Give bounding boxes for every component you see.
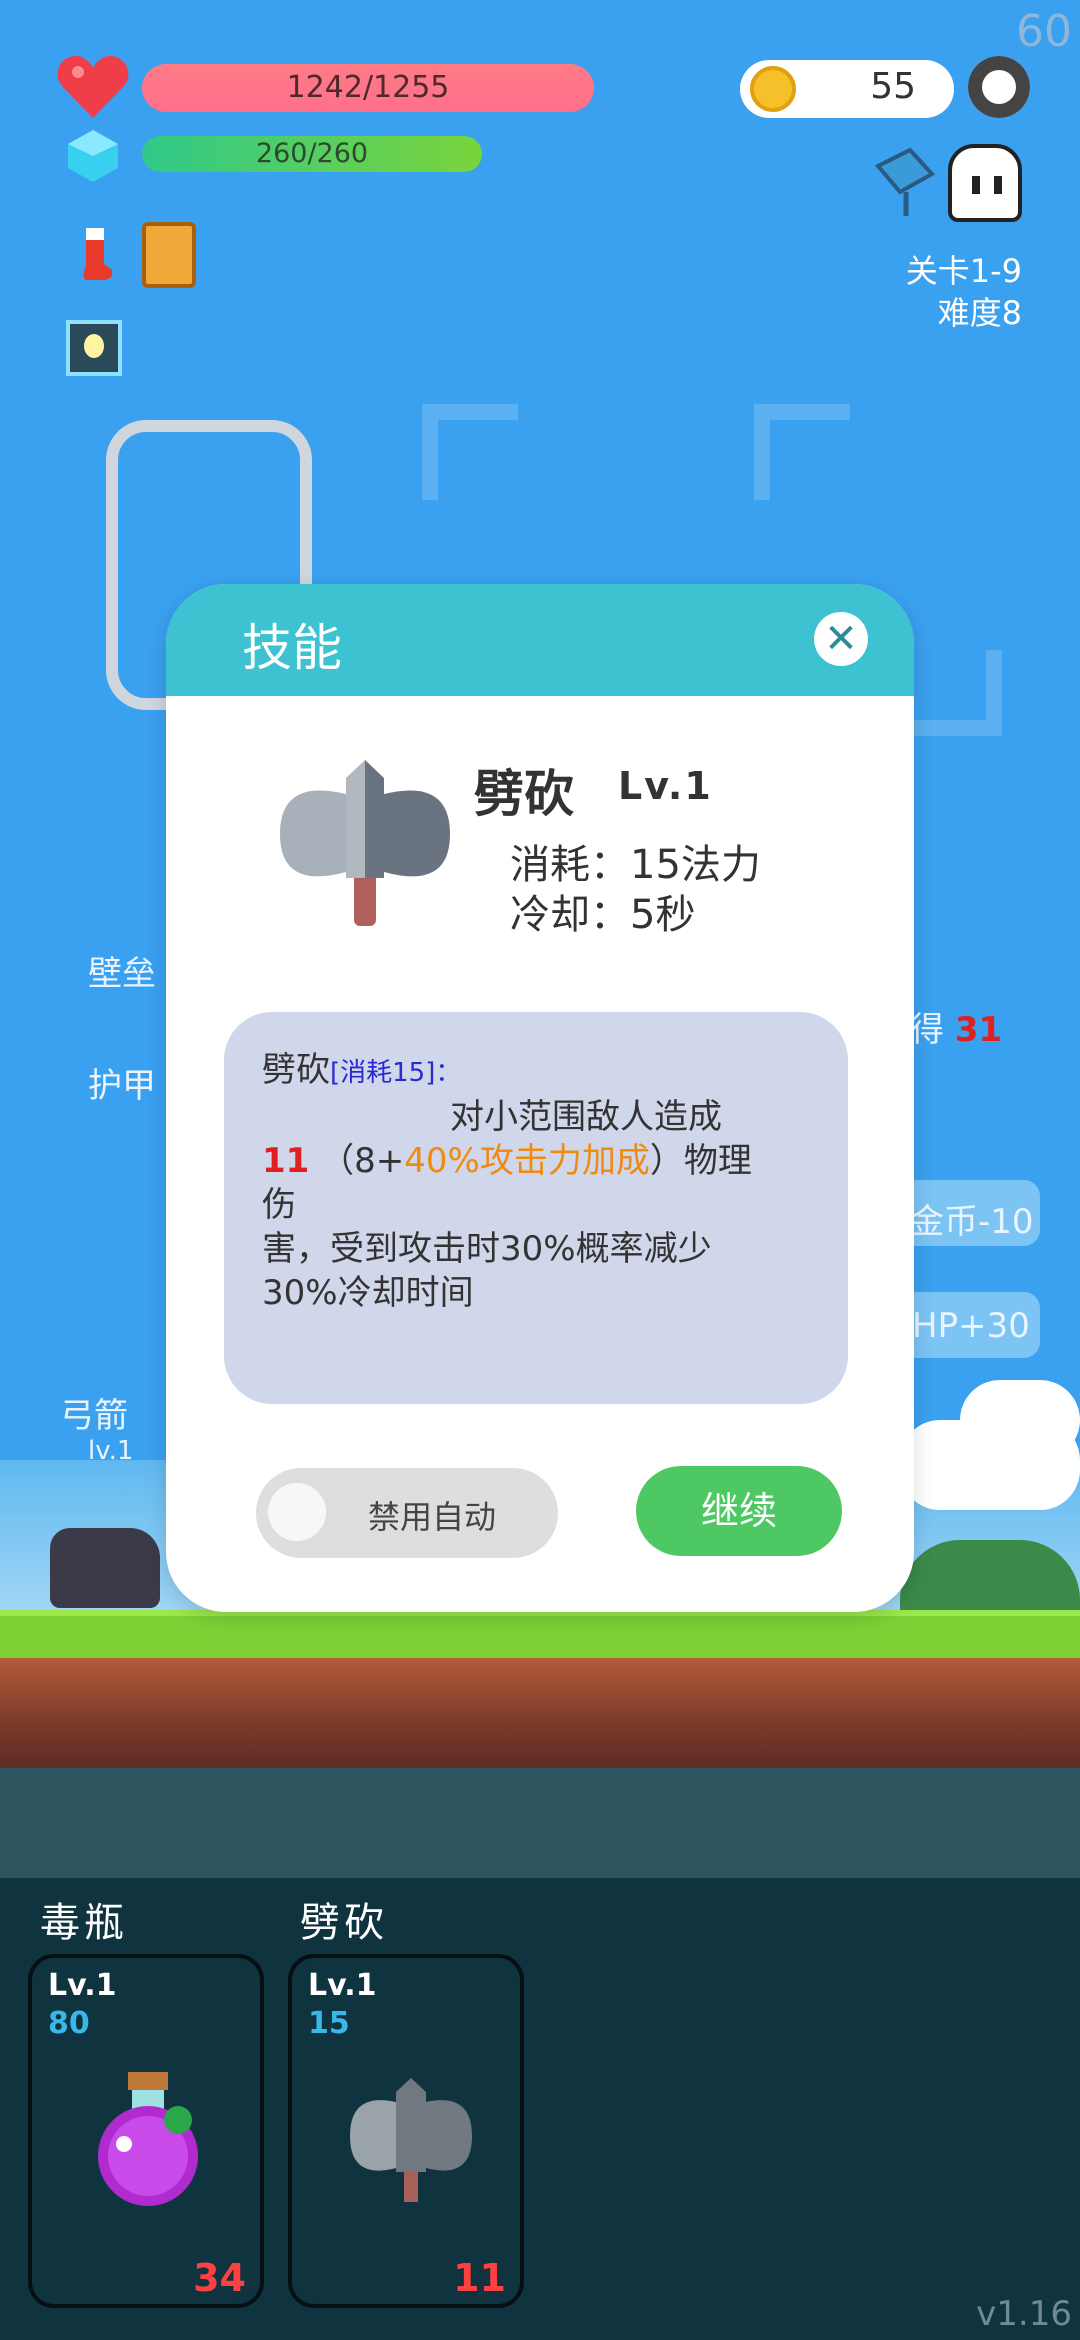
card-level: Lv.1 (48, 1968, 117, 2003)
potion-icon (92, 2068, 204, 2208)
skill-card-chop[interactable]: Lv.1 15 11 (288, 1954, 524, 2308)
archer-level: lv.1 (88, 1436, 134, 1466)
card-level: Lv.1 (308, 1968, 377, 2003)
book-icon (142, 222, 196, 288)
card-damage: 11 (453, 2256, 506, 2300)
skill-card-title: 劈砍 (300, 1900, 388, 1946)
hp-bar: 1242/1255 (142, 64, 594, 112)
coins-minus-label: 金币-10 (910, 1202, 1034, 1242)
skill-card-poison[interactable]: Lv.1 80 34 (28, 1954, 264, 2308)
card-cost: 80 (48, 2006, 90, 2041)
lightbulb-icon (66, 320, 122, 376)
skill-cooldown: 冷却：5秒 (510, 892, 696, 938)
axe-icon (346, 2072, 476, 2212)
enemy-sprite (50, 1528, 160, 1608)
skill-modal: 技能 ✕ 劈砍 Lv.1 消耗：15法力 冷却：5秒 劈砍[消耗15]： 对小范… (166, 584, 914, 1612)
toggle-knob[interactable] (268, 1483, 326, 1541)
continue-button[interactable]: 继续 (636, 1466, 842, 1556)
skill-description: 劈砍[消耗15]： 对小范围敌人造成 11 （8+40%攻击力加成）物理伤 害，… (262, 1050, 752, 1313)
ghost-icon[interactable] (948, 144, 1022, 222)
archer-label: 弓箭 (60, 1396, 128, 1436)
grass-ground (0, 1610, 1080, 1658)
card-damage: 34 (193, 2256, 246, 2300)
axe-icon (274, 754, 454, 930)
hp-plus-label: HP+30 (912, 1306, 1030, 1346)
card-cost: 15 (308, 2006, 350, 2041)
version-label: v1.16 (976, 2294, 1072, 2334)
sock-icon (76, 226, 116, 282)
hill (900, 1540, 1080, 1610)
gain-label: 得 31 (910, 1010, 1003, 1050)
disable-auto-toggle[interactable]: 禁用自动 (256, 1468, 558, 1558)
weapon-slot-corner (422, 404, 518, 500)
wall-label: 壁垒 (88, 954, 156, 994)
close-button[interactable]: ✕ (814, 612, 868, 666)
coin-value: 55 (870, 66, 916, 107)
stage-info: 关卡1-9 难度8 (906, 250, 1022, 334)
weapon-slot-corner (906, 650, 1002, 736)
coin-icon (750, 66, 796, 112)
weapon-slot-corner (754, 404, 850, 500)
water-layer (0, 1768, 1080, 1878)
gear-icon[interactable] (968, 56, 1030, 118)
difficulty-label: 难度8 (937, 294, 1022, 332)
toggle-label: 禁用自动 (368, 1498, 497, 1536)
skill-description-box: 劈砍[消耗15]： 对小范围敌人造成 11 （8+40%攻击力加成）物理伤 害，… (224, 1012, 848, 1404)
modal-title: 技能 (242, 619, 342, 677)
fps-counter: 60 (1016, 6, 1072, 57)
skill-card-title: 毒瓶 (40, 1900, 128, 1946)
mp-bar: 260/260 (142, 136, 482, 172)
crystal-icon (66, 128, 120, 184)
skill-name: 劈砍 (474, 765, 574, 823)
armor-label: 护甲 (88, 1066, 156, 1106)
flag-icon[interactable] (870, 146, 940, 216)
dirt-layer (0, 1658, 1080, 1768)
skill-level: Lv.1 (618, 764, 713, 808)
cloud (960, 1380, 1080, 1460)
stage-label: 关卡1-9 (905, 252, 1022, 290)
heart-icon (56, 52, 130, 122)
coin-counter: 55 (740, 60, 954, 118)
